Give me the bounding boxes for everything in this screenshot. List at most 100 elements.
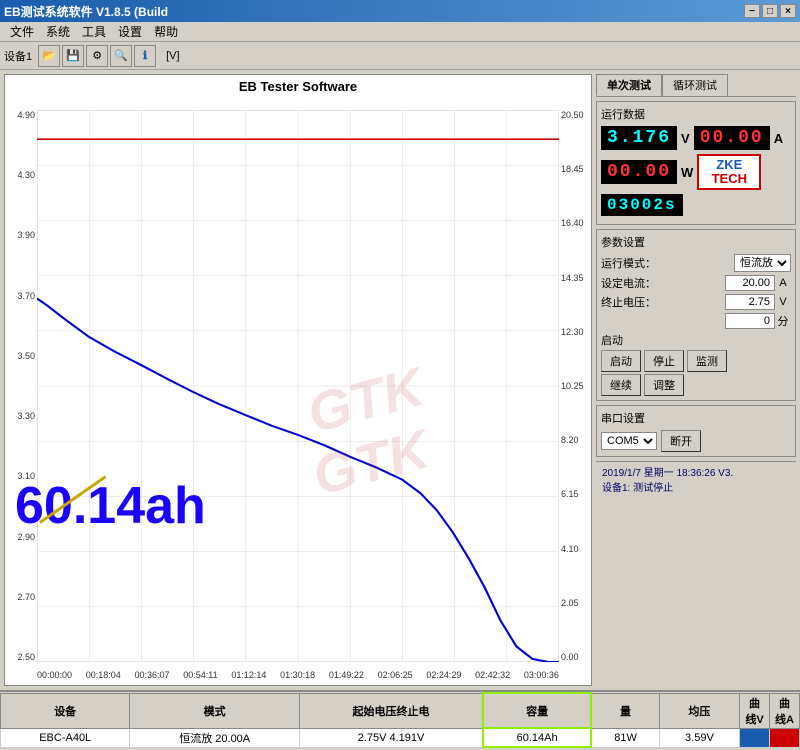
stop-voltage-row: 终止电压： V <box>601 294 791 310</box>
axis-label: [V] <box>166 50 179 62</box>
stop-button[interactable]: 停止 <box>644 350 684 372</box>
toolbar-info[interactable]: ℹ <box>134 45 156 67</box>
com-row: COM1 COM2 COM3 COM4 COM5 断开 <box>601 430 791 452</box>
com-section: 串口设置 COM1 COM2 COM3 COM4 COM5 断开 <box>596 405 796 457</box>
cell-avgv: 3.59V <box>659 728 739 747</box>
results-table: 设备 模式 起始电压终止电 容量 量 均压 曲线V 曲线A EBC-A40L 恒… <box>0 692 800 748</box>
zke-logo: ZKE TECH <box>697 154 761 190</box>
col-curvea: 曲线A <box>770 693 800 728</box>
mode-label: 运行模式： <box>601 255 734 271</box>
com-title: 串口设置 <box>601 410 791 426</box>
tab-single[interactable]: 单次测试 <box>596 74 662 96</box>
minutes-row: 分 <box>601 313 791 329</box>
col-mode: 模式 <box>130 693 300 728</box>
chart-title: EB Tester Software <box>5 75 591 96</box>
menu-help[interactable]: 帮助 <box>148 22 184 41</box>
title-bar-buttons: − □ × <box>744 4 796 18</box>
title-bar-text: EB测试系统软件 V1.8.5 (Build <box>4 3 168 20</box>
title-bar: EB测试系统软件 V1.8.5 (Build − □ × <box>0 0 800 22</box>
current-display: 00.00 <box>694 126 770 150</box>
current-input[interactable] <box>725 275 775 291</box>
voltage-display: 3.176 <box>601 126 677 150</box>
col-power2: 量 <box>591 693 659 728</box>
menu-tools[interactable]: 工具 <box>76 22 112 41</box>
start-button[interactable]: 启动 <box>601 350 641 372</box>
minutes-label <box>601 313 725 329</box>
stop-voltage-input[interactable] <box>725 294 775 310</box>
com-port-select[interactable]: COM1 COM2 COM3 COM4 COM5 <box>601 432 657 450</box>
params-title: 参数设置 <box>601 234 791 250</box>
disconnect-button[interactable]: 断开 <box>661 430 701 452</box>
stop-voltage-unit: V <box>775 296 791 308</box>
minimize-button[interactable]: − <box>744 4 760 18</box>
time-display: 03002s <box>601 194 683 216</box>
adjust-button[interactable]: 调整 <box>644 374 684 396</box>
toolbar-save[interactable]: 💾 <box>62 45 84 67</box>
maximize-button[interactable]: □ <box>762 4 778 18</box>
table-row: EBC-A40L 恒流放 20.00A 2.75V 4.191V 60.14Ah… <box>1 728 800 747</box>
col-device: 设备 <box>1 693 130 728</box>
running-data-section: 运行数据 3.176 V 00.00 A 00.00 W ZKE TECH 03… <box>596 101 796 225</box>
current-param-label: 设定电流： <box>601 275 725 291</box>
main-content: EB Tester Software 4.90 4.30 3.90 3.70 3… <box>0 70 800 690</box>
voltage-row: 3.176 V 00.00 A <box>601 126 791 150</box>
toolbar-settings[interactable]: ⚙ <box>86 45 108 67</box>
chart-svg: GTK GTK <box>37 110 559 662</box>
y-axis-right: 20.50 18.45 16.40 14.35 12.30 10.25 8.20… <box>561 110 589 662</box>
tabs: 单次测试 循环测试 <box>596 74 796 97</box>
current-param-row: 设定电流： A <box>601 275 791 291</box>
control-buttons-row1: 启动 停止 监测 <box>601 350 791 372</box>
menu-system[interactable]: 系统 <box>40 22 76 41</box>
time-row: 03002s <box>601 194 791 216</box>
params-section: 参数设置 运行模式： 恒流放 恒流充 恒功率 设定电流： A 终止电压： <box>596 229 796 401</box>
cell-power: 81W <box>591 728 659 747</box>
zke-line1: ZKE <box>716 158 742 172</box>
col-voltage: 起始电压终止电 <box>299 693 483 728</box>
stop-voltage-label: 终止电压： <box>601 294 725 310</box>
status-line1: 2019/1/7 星期一 18:36:26 V3. <box>602 464 790 479</box>
current-unit: A <box>774 131 783 146</box>
toolbar-open[interactable]: 📂 <box>38 45 60 67</box>
cell-startstop: 2.75V 4.191V <box>299 728 483 747</box>
running-data-title: 运行数据 <box>601 106 791 122</box>
col-capacity: 容量 <box>483 693 591 728</box>
control-buttons-row2: 继续 调整 <box>601 374 791 396</box>
monitor-button[interactable]: 监测 <box>687 350 727 372</box>
close-button[interactable]: × <box>780 4 796 18</box>
minutes-input[interactable] <box>725 313 775 329</box>
minutes-unit: 分 <box>775 313 791 329</box>
tab-cycle[interactable]: 循环测试 <box>662 74 728 96</box>
right-panel: 单次测试 循环测试 运行数据 3.176 V 00.00 A 00.00 W Z… <box>596 74 796 686</box>
toolbar-zoom[interactable]: 🔍 <box>110 45 132 67</box>
status-panel: 2019/1/7 星期一 18:36:26 V3. 设备1: 测试停止 <box>596 461 796 496</box>
capacity-display: 60.14ah <box>15 476 206 536</box>
bottom-table: 设备 模式 起始电压终止电 容量 量 均压 曲线V 曲线A EBC-A40L 恒… <box>0 690 800 730</box>
menu-settings[interactable]: 设置 <box>112 22 148 41</box>
start-label-row: 启动 <box>601 332 791 348</box>
status-line2: 设备1: 测试停止 <box>602 479 790 494</box>
col-avgv: 均压 <box>659 693 739 728</box>
chart-container: 4.90 4.30 3.90 3.70 3.50 3.30 3.10 2.90 … <box>5 96 591 682</box>
device-label: 设备1 <box>4 48 32 64</box>
power-unit: W <box>681 165 693 180</box>
current-unit-label: A <box>775 277 791 289</box>
cell-curvea <box>770 728 800 747</box>
col-curvev: 曲线V <box>740 693 770 728</box>
chart-area: EB Tester Software 4.90 4.30 3.90 3.70 3… <box>4 74 592 686</box>
menu-file[interactable]: 文件 <box>4 22 40 41</box>
power-row: 00.00 W ZKE TECH <box>601 154 791 190</box>
cell-device: EBC-A40L <box>1 728 130 747</box>
power-display: 00.00 <box>601 160 677 184</box>
x-axis-labels: 00:00:00 00:18:04 00:36:07 00:54:11 01:1… <box>37 670 559 680</box>
cell-capacity: 60.14Ah <box>483 728 591 747</box>
mode-row: 运行模式： 恒流放 恒流充 恒功率 <box>601 254 791 272</box>
zke-line2: TECH <box>712 172 747 186</box>
y-axis-left: 4.90 4.30 3.90 3.70 3.50 3.30 3.10 2.90 … <box>7 110 35 662</box>
voltage-unit: V <box>681 131 690 146</box>
menu-bar: 文件 系统 工具 设置 帮助 <box>0 22 800 42</box>
mode-select[interactable]: 恒流放 恒流充 恒功率 <box>734 254 791 272</box>
continue-button[interactable]: 继续 <box>601 374 641 396</box>
toolbar: 设备1 📂 💾 ⚙ 🔍 ℹ [V] <box>0 42 800 70</box>
cell-mode: 恒流放 20.00A <box>130 728 300 747</box>
cell-curvev <box>740 728 770 747</box>
